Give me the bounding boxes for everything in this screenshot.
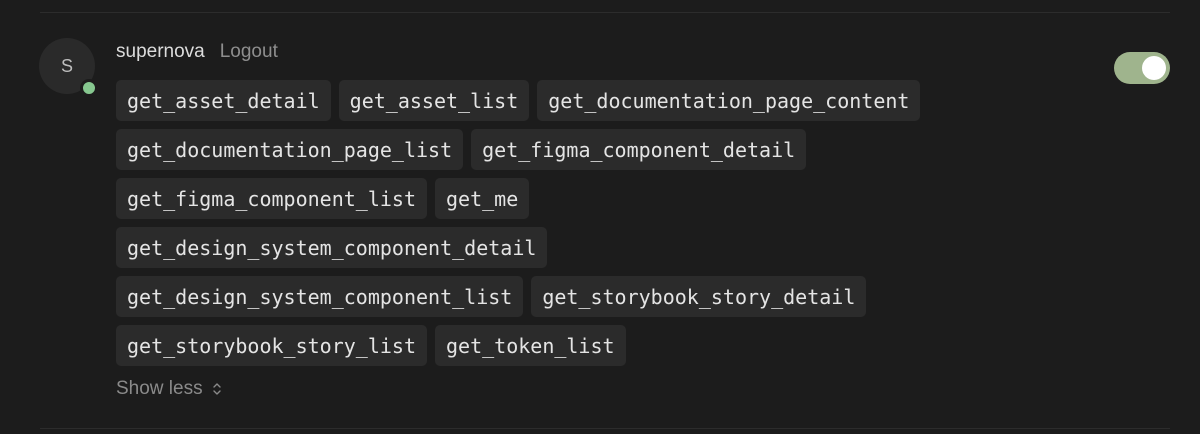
tool-row: get_design_system_component_detail (116, 227, 1096, 268)
tool-row: get_figma_component_list get_me (116, 178, 1096, 219)
tool-chip: get_me (434, 178, 530, 219)
tool-chip: get_design_system_component_detail (116, 227, 548, 268)
tool-row: get_design_system_component_list get_stor… (116, 276, 1096, 317)
divider (40, 428, 1170, 429)
tool-chip: get_design_system_component_list (116, 276, 524, 317)
tool-chip: get_figma_component_detail (471, 129, 807, 170)
integration-panel: S supernova Logout get_asset_detail get_a… (0, 0, 1200, 434)
online-status-dot (80, 79, 98, 97)
logout-link[interactable]: Logout (220, 41, 278, 63)
show-less-button[interactable]: Show less (116, 378, 223, 400)
tool-chip: get_storybook_story_detail (531, 276, 867, 317)
tool-chip: get_asset_detail (116, 80, 331, 121)
chevron-up-down-icon (212, 383, 221, 395)
divider (40, 12, 1170, 13)
tool-chip: get_figma_component_list (116, 178, 427, 219)
avatar-initial: S (60, 55, 73, 76)
enable-toggle[interactable] (1114, 52, 1170, 84)
tool-chip: get_token_list (434, 325, 626, 366)
tool-row: get_asset_detail get_asset_list get_docume… (116, 80, 1096, 121)
tool-chip: get_documentation_page_content (537, 80, 921, 121)
tool-list: get_asset_detail get_asset_list get_docume… (116, 80, 1096, 374)
tool-chip: get_documentation_page_list (116, 129, 464, 170)
tool-chip: get_asset_list (338, 80, 530, 121)
toggle-knob (1142, 56, 1166, 80)
username: supernova (116, 41, 205, 62)
user-header: supernova Logout (116, 41, 278, 63)
tool-row: get_storybook_story_list get_token_list (116, 325, 1096, 366)
show-less-label: Show less (116, 378, 203, 399)
tool-row: get_documentation_page_list get_figma_com… (116, 129, 1096, 170)
tool-chip: get_storybook_story_list (116, 325, 427, 366)
